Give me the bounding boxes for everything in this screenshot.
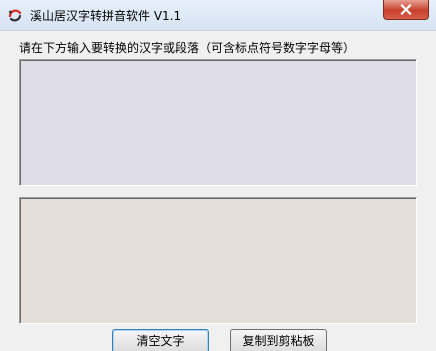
pinyin-output-textarea[interactable]: [19, 197, 417, 324]
input-instruction-label: 请在下方输入要转换的汉字或段落（可含标点符号数字字母等）: [19, 41, 356, 55]
copy-to-clipboard-button[interactable]: 复制到剪粘板: [230, 329, 327, 351]
app-logo-icon: [7, 7, 23, 23]
close-button[interactable]: [383, 0, 429, 20]
title-bar[interactable]: 溪山居汉字转拼音软件 V1.1: [0, 0, 436, 31]
app-window: 溪山居汉字转拼音软件 V1.1 请在下方输入要转换的汉字或段落（可含标点符号数字…: [0, 0, 436, 351]
window-title: 溪山居汉字转拼音软件 V1.1: [30, 9, 182, 23]
clear-text-button[interactable]: 清空文字: [112, 329, 209, 351]
close-icon: [400, 4, 412, 15]
hanzi-input-textarea[interactable]: [19, 59, 417, 186]
